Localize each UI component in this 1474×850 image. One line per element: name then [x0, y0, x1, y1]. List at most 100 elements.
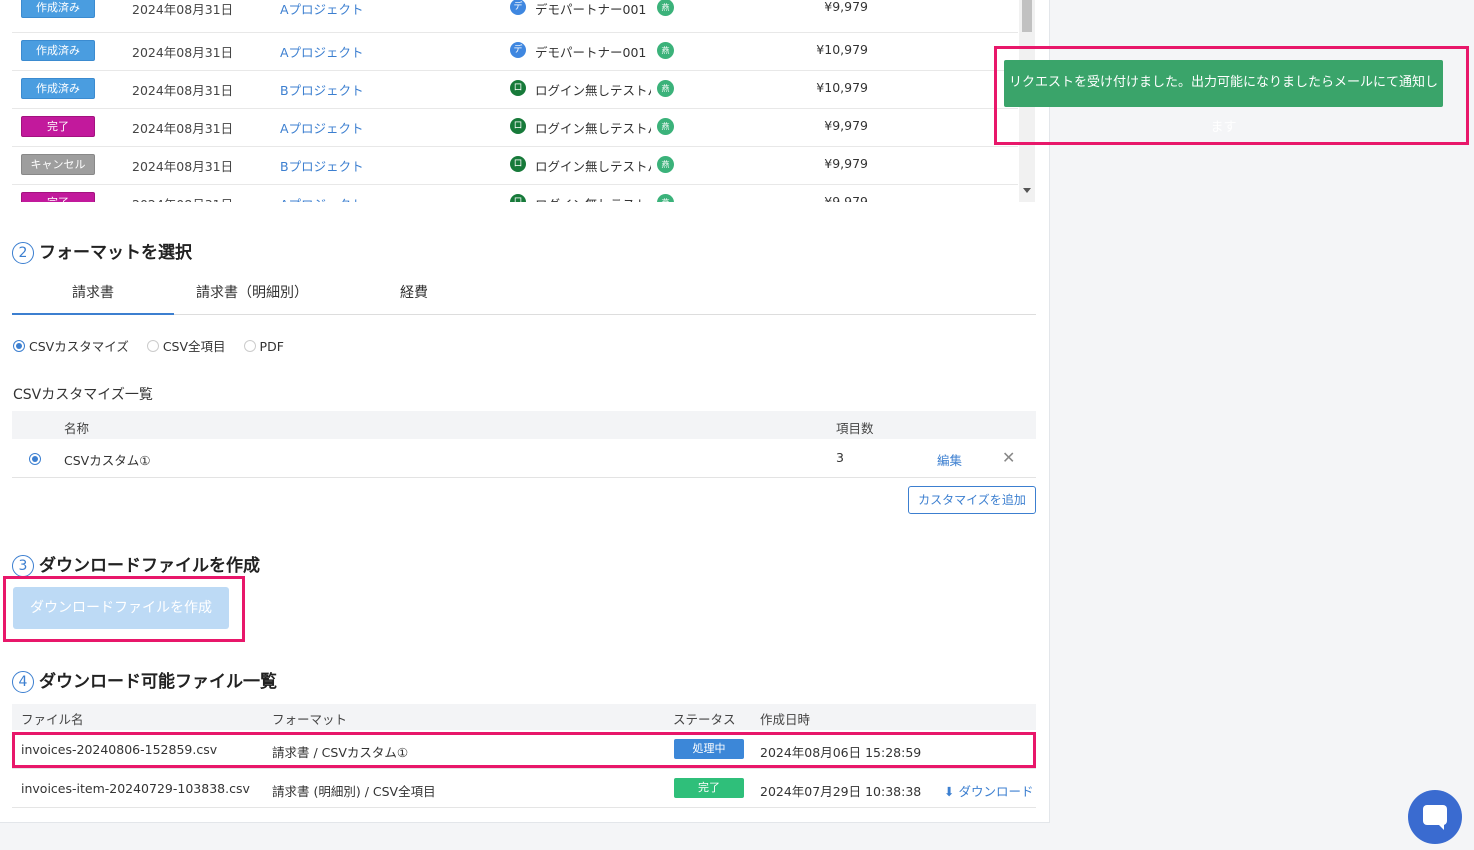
- approval-icon: 燕: [657, 0, 674, 16]
- custom-list-table: 名称 項目数 CSVカスタム① 3 編集 ✕: [12, 411, 1036, 478]
- highlight-box: [3, 576, 245, 642]
- download-label: ダウンロード: [958, 784, 1034, 799]
- col-format-header: フォーマット: [272, 712, 348, 727]
- project-link[interactable]: Aプロジェクト: [280, 118, 364, 137]
- partner-avatar-icon: デ: [510, 42, 526, 58]
- table-row[interactable]: 完了 2024年08月31日 Aプロジェクト ロ ログイン無しテストパ 燕 ¥9…: [12, 184, 1018, 202]
- partner-name: デモパートナー001: [535, 2, 647, 17]
- scroll-down-icon[interactable]: [1023, 188, 1031, 193]
- chat-icon-tail: [1436, 822, 1444, 830]
- table-header: ファイル名 フォーマット ステータス 作成日時: [12, 704, 1036, 730]
- invoice-amount: ¥9,979: [824, 0, 868, 14]
- invoice-date: 2024年08月31日: [132, 45, 234, 60]
- project-link[interactable]: Aプロジェクト: [280, 194, 364, 202]
- radio-label: CSVカスタマイズ: [29, 339, 129, 354]
- status-badge: 作成済み: [21, 40, 95, 61]
- radio-unchecked-icon[interactable]: [146, 339, 159, 352]
- col-file-header: ファイル名: [21, 712, 84, 727]
- radio-csv-all[interactable]: CSV全項目: [146, 337, 226, 354]
- chat-button[interactable]: [1408, 790, 1462, 844]
- status-badge: キャンセル: [21, 154, 95, 175]
- approval-icon: 燕: [657, 194, 674, 202]
- download-icon: ⬇: [944, 784, 955, 799]
- approval-icon: 燕: [657, 42, 674, 59]
- invoice-date: 2024年08月31日: [132, 83, 234, 98]
- add-customize-button[interactable]: カスタマイズを追加: [908, 486, 1036, 514]
- partner-name: ログイン無しテストパ: [535, 121, 651, 136]
- invoice-date: 2024年08月31日: [132, 2, 234, 17]
- invoice-date: 2024年08月31日: [132, 194, 233, 202]
- section-create-title: 3 ダウンロードファイルを作成: [12, 551, 260, 577]
- approval-icon: 燕: [657, 156, 674, 173]
- custom-item-count: 3: [836, 450, 844, 465]
- highlight-box: [12, 732, 1036, 768]
- col-count-header: 項目数: [836, 421, 874, 436]
- partner-name: デモパートナー001: [535, 45, 647, 60]
- approval-icon: 燕: [657, 118, 674, 135]
- download-link[interactable]: ⬇ ダウンロード: [944, 781, 1033, 800]
- partner-avatar-icon: ロ: [510, 194, 526, 202]
- partner-name: ログイン無しテストパ: [535, 194, 651, 202]
- section-title-text: フォーマットを選択: [39, 243, 192, 263]
- invoice-date: 2024年08月31日: [132, 121, 234, 136]
- section-format-title: 2 フォーマットを選択: [12, 238, 192, 264]
- table-row[interactable]: 作成済み 2024年08月31日 Aプロジェクト デ デモパートナー001 燕 …: [12, 0, 1018, 33]
- format-tabs: 請求書 請求書（明細別） 経費: [12, 276, 1036, 315]
- project-link[interactable]: Bプロジェクト: [280, 156, 364, 175]
- col-name-header: 名称: [64, 421, 90, 436]
- project-link[interactable]: Bプロジェクト: [280, 80, 364, 99]
- step-number: 4: [12, 671, 34, 693]
- table-row[interactable]: CSVカスタム① 3 編集 ✕: [12, 439, 1036, 478]
- partner-avatar-icon: ロ: [510, 80, 526, 96]
- status-badge: 作成済み: [21, 0, 95, 18]
- file-name: invoices-item-20240729-103838.csv: [21, 781, 250, 796]
- invoice-table: 作成済み 2024年08月31日 Aプロジェクト デ デモパートナー001 燕 …: [12, 0, 1036, 202]
- radio-checked-icon[interactable]: [13, 339, 25, 352]
- scrollbar-thumb[interactable]: [1022, 0, 1032, 32]
- tab-expense[interactable]: 経費: [372, 276, 456, 313]
- table-row[interactable]: 作成済み 2024年08月31日 Aプロジェクト デ デモパートナー001 燕 …: [12, 32, 1018, 71]
- radio-label: CSV全項目: [162, 339, 226, 354]
- invoice-amount: ¥9,979: [824, 118, 868, 133]
- project-link[interactable]: Aプロジェクト: [280, 0, 364, 18]
- invoice-amount: ¥9,979: [824, 156, 868, 171]
- invoice-date: 2024年08月31日: [132, 159, 234, 174]
- approval-icon: 燕: [657, 80, 674, 97]
- partner-avatar-icon: デ: [510, 0, 526, 15]
- file-format: 請求書 (明細別) / CSV全項目: [272, 784, 436, 799]
- partner-name: ログイン無しテストパ: [535, 83, 651, 98]
- col-status-header: ステータス: [673, 712, 736, 727]
- main-panel: 作成済み 2024年08月31日 Aプロジェクト デ デモパートナー001 燕 …: [0, 0, 1050, 823]
- step-number: 3: [12, 555, 34, 577]
- section-title-text: ダウンロード可能ファイル一覧: [39, 672, 277, 692]
- custom-list-heading: CSVカスタマイズ一覧: [13, 387, 153, 403]
- table-header: 名称 項目数: [12, 411, 1036, 439]
- table-row[interactable]: invoices-item-20240729-103838.csv 請求書 (明…: [12, 769, 1036, 808]
- partner-avatar-icon: ロ: [510, 118, 526, 134]
- status-badge: 作成済み: [21, 78, 95, 99]
- invoice-amount: ¥10,979: [816, 42, 868, 57]
- section-files-title: 4 ダウンロード可能ファイル一覧: [12, 667, 277, 693]
- edit-link[interactable]: 編集: [937, 450, 962, 469]
- radio-pdf[interactable]: PDF: [243, 338, 284, 354]
- table-row[interactable]: キャンセル 2024年08月31日 Bプロジェクト ロ ログイン無しテストパ 燕…: [12, 146, 1018, 185]
- status-badge: 完了: [21, 116, 95, 137]
- tab-invoice[interactable]: 請求書: [12, 276, 174, 315]
- radio-checked-icon[interactable]: [29, 453, 41, 465]
- project-link[interactable]: Aプロジェクト: [280, 42, 364, 61]
- highlight-box: [994, 46, 1469, 145]
- custom-name: CSVカスタム①: [64, 453, 151, 468]
- close-icon[interactable]: ✕: [1002, 448, 1015, 467]
- table-row[interactable]: 作成済み 2024年08月31日 Bプロジェクト ロ ログイン無しテストパ 燕 …: [12, 70, 1018, 109]
- partner-avatar-icon: ロ: [510, 156, 526, 172]
- tab-invoice-detail[interactable]: 請求書（明細別）: [182, 276, 322, 313]
- partner-name: ログイン無しテストパ: [535, 159, 651, 174]
- file-created: 2024年07月29日 10:38:38: [760, 784, 922, 799]
- radio-csv-custom[interactable]: CSVカスタマイズ: [13, 337, 129, 354]
- status-badge: 完了: [674, 778, 744, 798]
- step-number: 2: [12, 242, 34, 264]
- col-created-header: 作成日時: [760, 712, 811, 727]
- section-title-text: ダウンロードファイルを作成: [39, 556, 260, 576]
- radio-unchecked-icon[interactable]: [243, 340, 256, 352]
- table-row[interactable]: 完了 2024年08月31日 Aプロジェクト ロ ログイン無しテストパ 燕 ¥9…: [12, 108, 1018, 147]
